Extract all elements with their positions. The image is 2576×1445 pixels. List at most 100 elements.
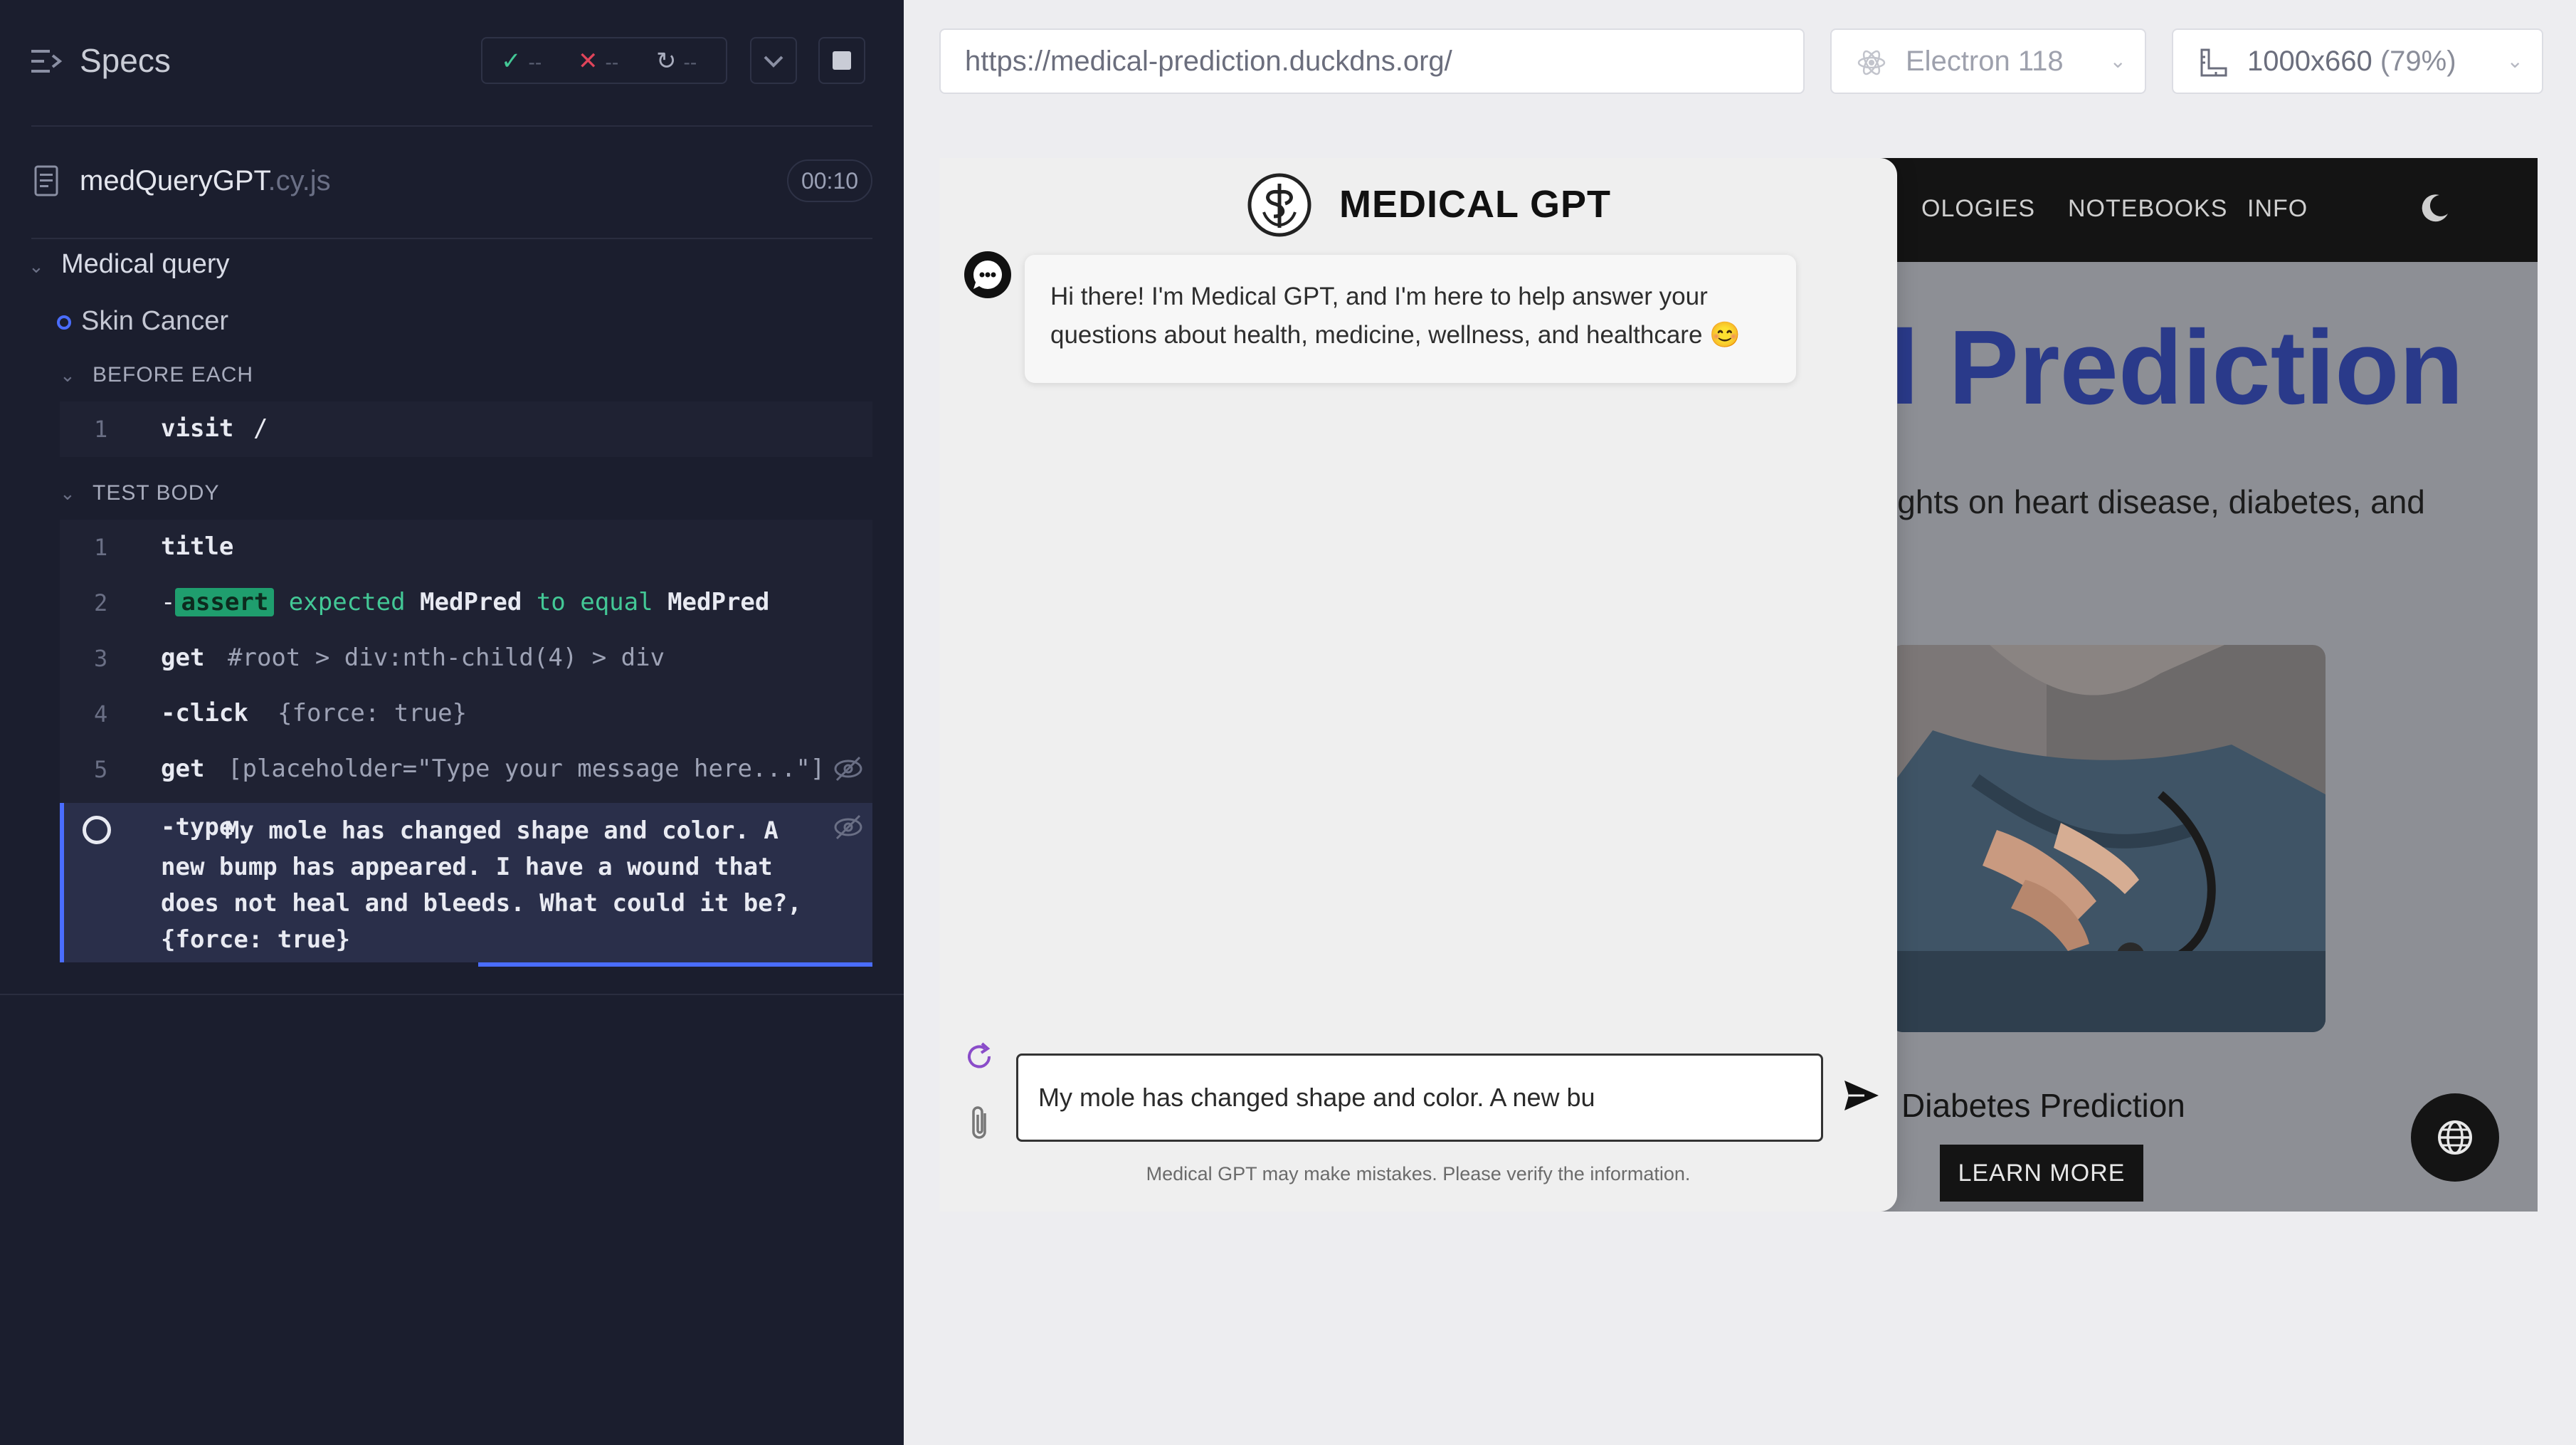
- divider: [0, 994, 904, 995]
- hook-label: BEFORE EACH: [93, 363, 254, 387]
- x-icon: ✕: [578, 48, 598, 75]
- command-message: /: [253, 414, 268, 443]
- test-body-commands: 1 title 2 - assert expected MedPred to eq…: [60, 520, 872, 803]
- card-title: Diabetes Prediction: [1901, 1087, 2185, 1124]
- failed-stat: ✕ --: [578, 47, 618, 75]
- viewport-label: 1000x660 (79%): [2247, 30, 2456, 93]
- spinner-icon: [83, 816, 111, 844]
- command-message: My mole has changed shape and color. A ne…: [161, 813, 815, 958]
- bot-icon: [964, 251, 1011, 298]
- send-icon[interactable]: [1840, 1075, 1881, 1116]
- command-message: {force: true}: [278, 699, 468, 727]
- command-progress-bar: [478, 962, 872, 967]
- app-viewport: OLOGIES NOTEBOOKS INFO l Prediction ight…: [939, 158, 2538, 1212]
- passed-stat: ✓ --: [501, 47, 542, 75]
- expand-toggle-button[interactable]: [750, 37, 797, 84]
- viewport-size: 1000x660: [2247, 46, 2372, 77]
- assert-expected-value: MedPred: [667, 588, 770, 616]
- command-number: 1: [94, 416, 108, 443]
- hero-title: l Prediction: [1890, 309, 2464, 426]
- duration-timer: 00:10: [787, 159, 872, 202]
- nav-item-info[interactable]: INFO: [2247, 195, 2308, 223]
- zoom-level: (79%): [2380, 46, 2456, 77]
- spec-file-row[interactable]: medQueryGPT.cy.js 00:10: [31, 158, 872, 208]
- aut-panel: https://medical-prediction.duckdns.org/ …: [904, 0, 2576, 1445]
- eye-off-icon[interactable]: [833, 755, 864, 783]
- eye-off-icon[interactable]: [833, 813, 864, 841]
- chat-panel: MEDICAL GPT Hi there! I'm Medical GPT, a…: [939, 158, 1897, 1212]
- pending-stat: ↻ --: [656, 47, 697, 75]
- chevron-down-icon: ⌄: [2506, 50, 2523, 72]
- command-name: get: [161, 755, 205, 783]
- bot-message-bubble: Hi there! I'm Medical GPT, and I'm here …: [1025, 255, 1796, 383]
- failed-count: --: [605, 51, 619, 73]
- moon-icon[interactable]: [2418, 192, 2451, 225]
- assert-operator: to equal: [536, 588, 653, 616]
- command-message-line: does not heal and bleeds. What could it …: [161, 889, 802, 918]
- chevron-down-icon: ⌄: [28, 256, 44, 277]
- stop-icon: [833, 51, 851, 70]
- suite-label: Medical query: [61, 249, 230, 279]
- command-row[interactable]: 4 -click {force: true}: [60, 686, 872, 742]
- assert-expected: expected: [288, 588, 406, 616]
- command-number: 2: [94, 589, 108, 616]
- chevron-down-icon: [764, 56, 783, 68]
- divider: [31, 238, 872, 239]
- spec-file-name: medQueryGPT.cy.js: [80, 165, 331, 197]
- nav-item-notebooks[interactable]: NOTEBOOKS: [2068, 195, 2227, 223]
- nav-item-ontologies[interactable]: OLOGIES: [1921, 195, 2035, 223]
- before-each-commands: 1 visit /: [60, 401, 872, 457]
- spec-file-ext: .cy.js: [268, 165, 331, 196]
- command-message-line: new bump has appeared. I have a wound th…: [161, 853, 773, 881]
- command-row[interactable]: 3 get #root > div:nth-child(4) > div: [60, 631, 872, 686]
- assert-actual-value: MedPred: [420, 588, 522, 616]
- command-name: -type: [161, 813, 234, 841]
- chevron-down-icon: ⌄: [60, 364, 76, 386]
- command-row[interactable]: 1 visit /: [60, 401, 872, 457]
- command-row[interactable]: 5 get [placeholder="Type your message he…: [60, 742, 872, 797]
- chat-title: MEDICAL GPT: [1339, 183, 1612, 226]
- command-name: title: [161, 532, 234, 561]
- test-body-hook[interactable]: ⌄ TEST BODY: [60, 481, 219, 505]
- url-bar[interactable]: https://medical-prediction.duckdns.org/: [939, 28, 1805, 94]
- viewport-selector[interactable]: 1000x660 (79%) ⌄: [2172, 28, 2543, 94]
- spec-file-basename: medQueryGPT: [80, 165, 268, 196]
- globe-icon: [2438, 1120, 2472, 1155]
- test-title[interactable]: Skin Cancer: [57, 306, 228, 337]
- command-row[interactable]: 2 - assert expected MedPred to equal MedP…: [60, 575, 872, 631]
- assert-badge: assert: [175, 588, 275, 616]
- paperclip-icon[interactable]: [964, 1103, 996, 1143]
- command-number: 5: [94, 756, 108, 783]
- suite-title[interactable]: ⌄ Medical query: [28, 249, 230, 280]
- language-button[interactable]: [2411, 1093, 2499, 1182]
- running-indicator-icon: [57, 315, 71, 330]
- specs-title[interactable]: Specs: [80, 41, 171, 80]
- assert-command: - assert expected MedPred to equal MedPre…: [161, 588, 770, 616]
- test-stats: ✓ -- ✕ -- ↻ --: [481, 37, 727, 84]
- chat-message-input[interactable]: [1016, 1053, 1823, 1142]
- command-number: 1: [94, 534, 108, 561]
- refresh-icon[interactable]: [964, 1041, 996, 1073]
- electron-icon: [1857, 50, 1886, 75]
- before-each-hook[interactable]: ⌄ BEFORE EACH: [60, 363, 253, 387]
- command-row[interactable]: 1 title: [60, 520, 872, 575]
- command-name: get: [161, 643, 205, 672]
- command-name: visit: [161, 414, 234, 443]
- chevron-down-icon: ⌄: [60, 483, 76, 504]
- reporter-header: Specs ✓ -- ✕ -- ↻ --: [0, 0, 904, 125]
- chevron-down-icon: ⌄: [2109, 50, 2126, 72]
- command-number: 3: [94, 645, 108, 672]
- learn-more-button[interactable]: LEARN MORE: [1940, 1145, 2143, 1202]
- pending-count: --: [683, 51, 697, 73]
- test-label: Skin Cancer: [81, 306, 228, 336]
- cypress-reporter: Specs ✓ -- ✕ -- ↻ -- medQueryGPT.cy.js 0…: [0, 0, 904, 1445]
- active-command-row[interactable]: -type My mole has changed shape and colo…: [60, 803, 872, 962]
- hero-subtitle: ights on heart disease, diabetes, and: [1890, 483, 2425, 520]
- command-name: -click: [161, 699, 248, 727]
- browser-selector[interactable]: Electron 118 ⌄: [1830, 28, 2146, 94]
- medical-logo-icon: [1247, 173, 1311, 237]
- stop-button[interactable]: [818, 37, 865, 84]
- browser-name: Electron 118: [1906, 46, 2064, 77]
- command-number: 4: [94, 700, 108, 727]
- specs-icon[interactable]: [31, 47, 63, 75]
